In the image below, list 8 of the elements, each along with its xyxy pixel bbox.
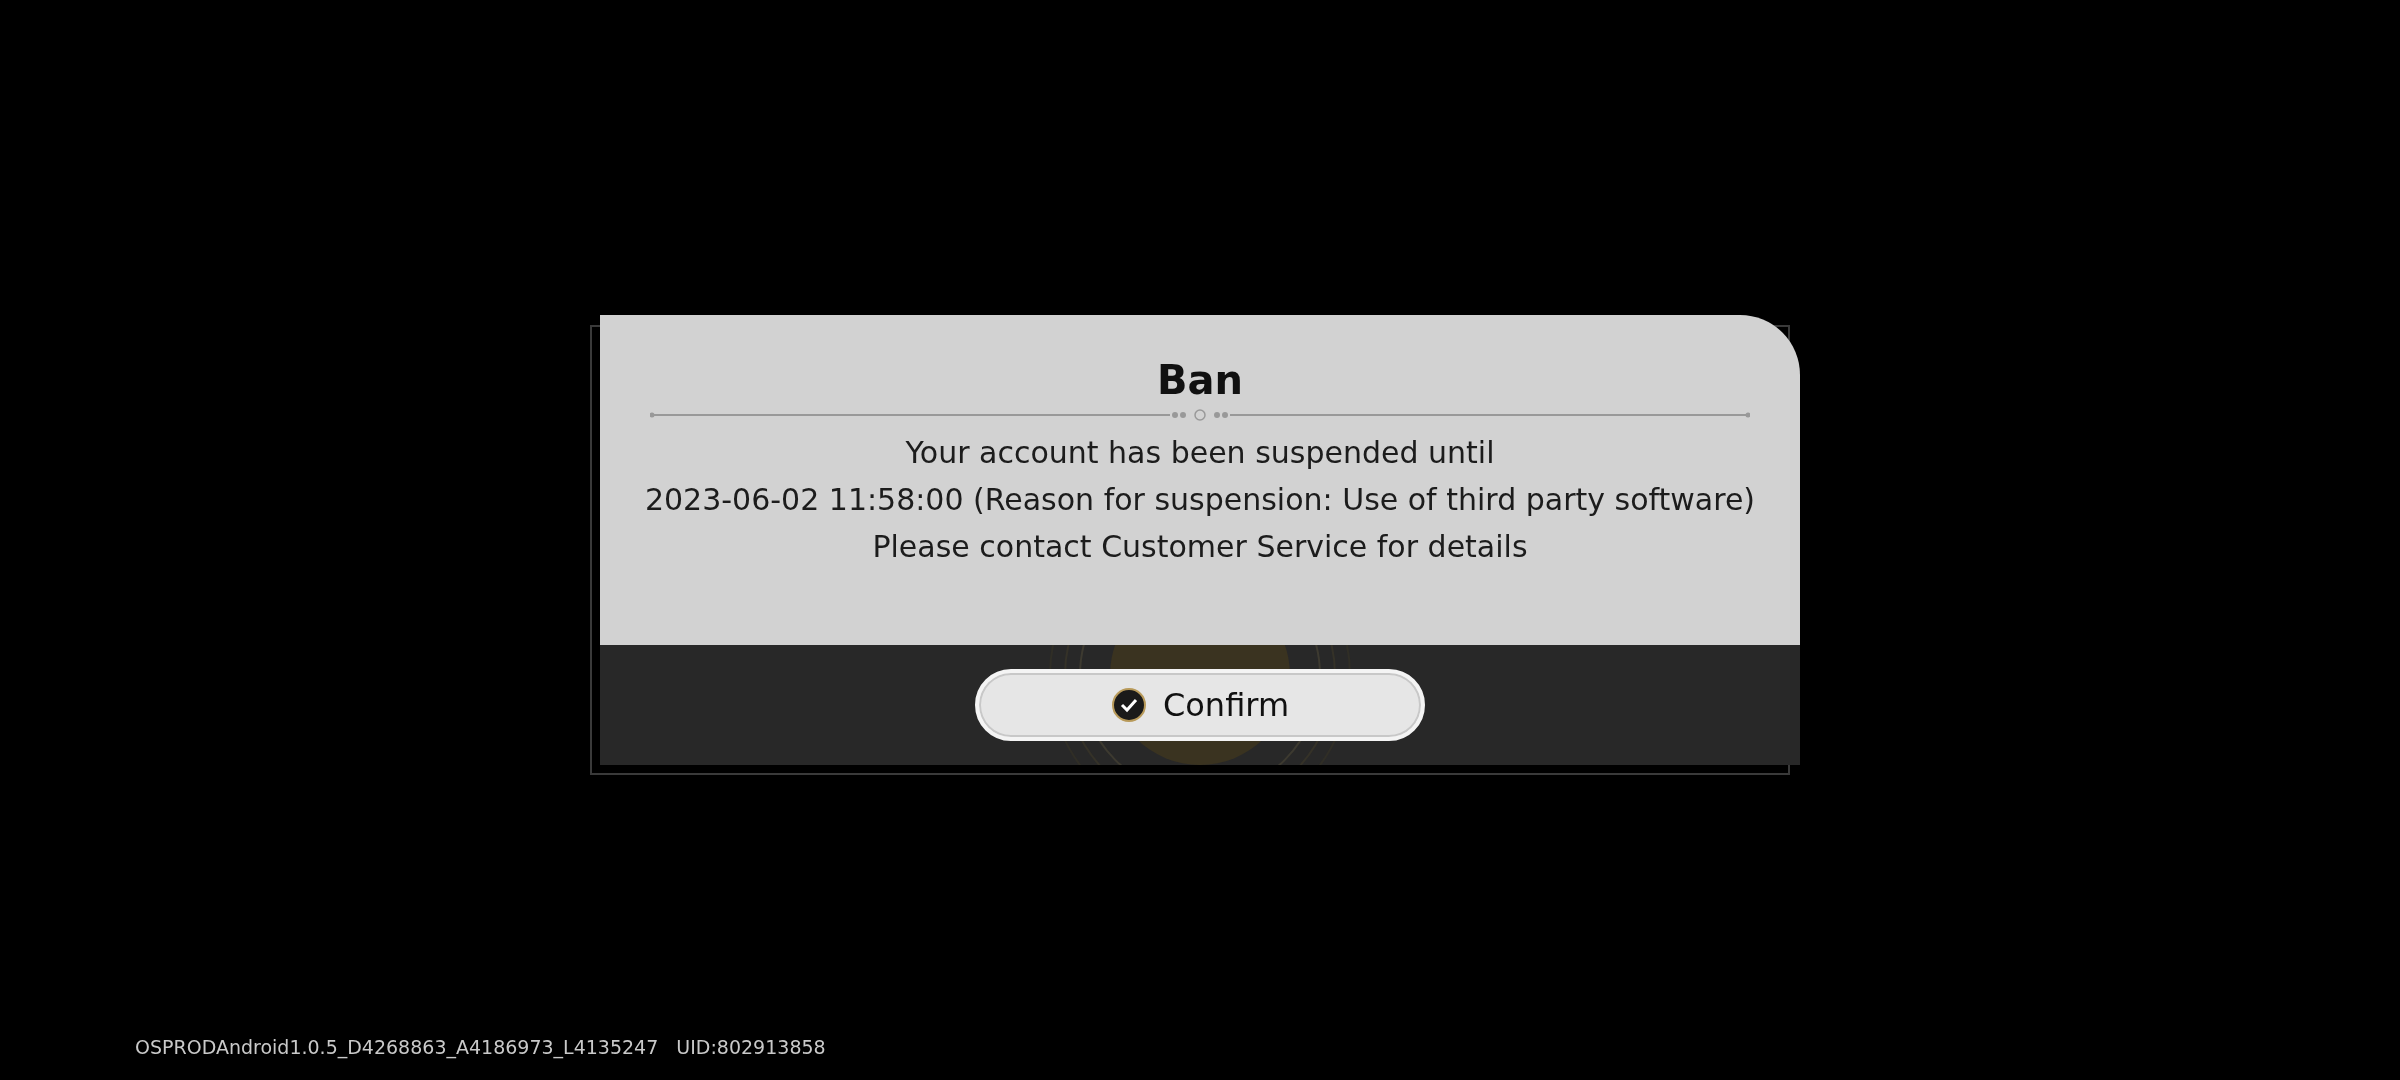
check-icon	[1110, 687, 1147, 723]
message-text: 2023-06-02 11:58:00 (Reason for suspension: Use of third party software)	[644, 482, 1756, 517]
build-version: OSPRODAndroid1.0.5_D4268863_A4186973_L4135247	[135, 1036, 659, 1058]
message-text: Your account has been suspended until	[905, 435, 1495, 470]
dialog-title: Ban	[1157, 357, 1243, 403]
user-id: UID:802913858	[676, 1036, 826, 1058]
message-text: Please contact Customer Service for details	[872, 529, 1528, 564]
confirm-button[interactable]: Confirm	[975, 669, 1425, 741]
